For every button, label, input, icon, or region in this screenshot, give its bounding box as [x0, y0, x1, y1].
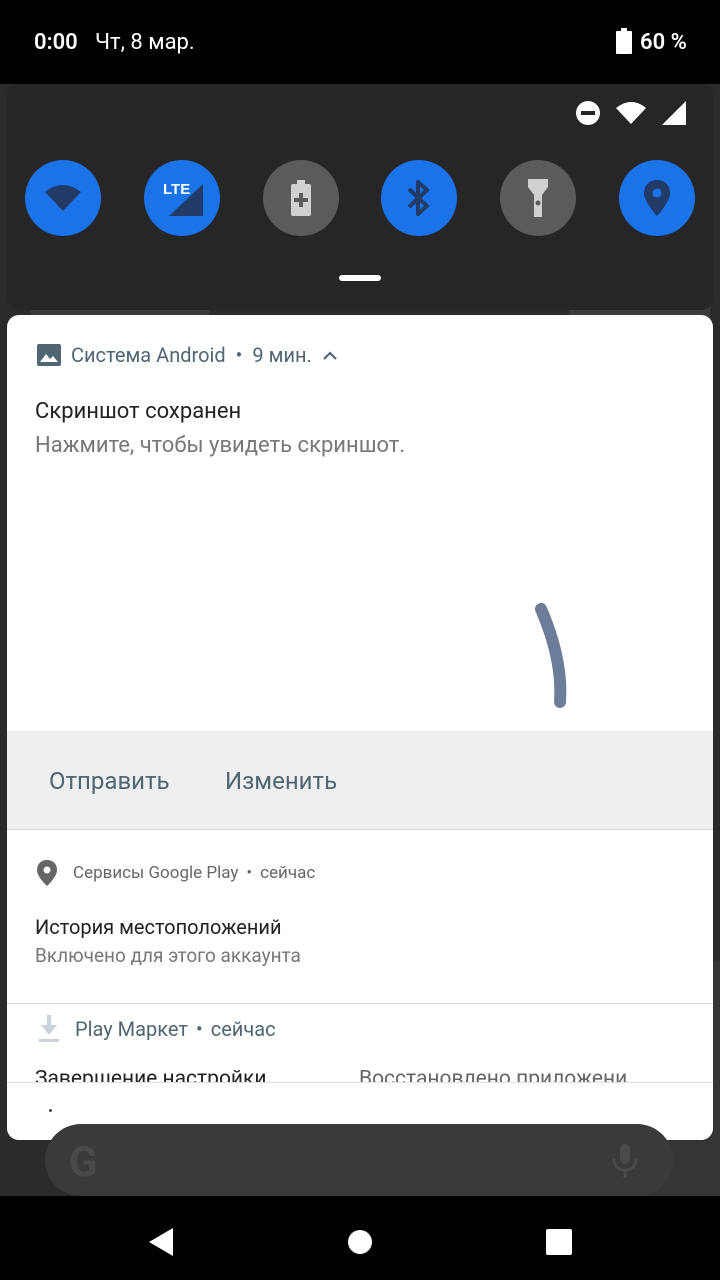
tile-flashlight[interactable]	[500, 160, 576, 236]
notification-panel: Система Android • 9 мин. Скриншот сохран…	[7, 315, 713, 1140]
location-pin-icon	[37, 860, 57, 886]
expand-handle[interactable]	[339, 275, 381, 281]
divider	[7, 1003, 713, 1004]
qs-status-icons	[575, 100, 687, 126]
preview-image	[535, 603, 567, 708]
battery-percent: 60 %	[640, 30, 687, 55]
battery-saver-icon	[291, 180, 311, 216]
back-icon[interactable]	[141, 1222, 181, 1262]
send-button[interactable]: Отправить	[49, 767, 170, 795]
notification-time: сейчас	[210, 1017, 276, 1041]
separator-dot: •	[246, 863, 253, 883]
flashlight-icon	[528, 179, 548, 217]
lte-icon: LTE	[163, 181, 203, 216]
notification-title[interactable]: История местоположений	[35, 915, 282, 939]
divider	[7, 829, 713, 830]
navigation-bar	[0, 1196, 720, 1280]
google-logo-icon: G	[69, 1138, 98, 1187]
notification-actions: Отправить Изменить	[7, 731, 713, 829]
overflow-dot	[49, 1109, 52, 1112]
notification-title[interactable]: Скриншот сохранен	[35, 399, 241, 424]
microphone-icon[interactable]	[611, 1144, 639, 1178]
chevron-up-icon[interactable]	[322, 349, 338, 361]
app-name: Система Android	[71, 343, 226, 367]
notification-time: 9 мин.	[252, 343, 312, 367]
tile-mobile-data[interactable]: LTE	[144, 160, 220, 236]
image-icon	[37, 344, 61, 366]
separator-dot: •	[195, 1017, 203, 1041]
location-icon	[644, 180, 670, 216]
notification-header-play-services[interactable]: Сервисы Google Play • сейчас	[37, 860, 315, 886]
tile-wifi[interactable]	[25, 160, 101, 236]
app-name: Play Маркет	[75, 1017, 188, 1041]
home-icon[interactable]	[340, 1222, 380, 1262]
recents-icon[interactable]	[539, 1222, 579, 1262]
app-name: Сервисы Google Play	[73, 863, 239, 883]
cell-signal-icon	[662, 101, 686, 125]
date: Чт, 8 мар.	[95, 30, 195, 55]
svg-text:LTE: LTE	[163, 181, 190, 198]
divider	[7, 1082, 713, 1083]
tile-bluetooth[interactable]	[381, 160, 457, 236]
battery-icon	[616, 28, 632, 54]
download-icon	[39, 1015, 59, 1042]
wifi-signal-icon	[616, 102, 646, 124]
do-not-disturb-icon	[576, 101, 600, 125]
screenshot-preview[interactable]	[7, 475, 713, 731]
tile-location[interactable]	[619, 160, 695, 236]
wifi-icon	[45, 185, 81, 211]
edit-button[interactable]: Изменить	[225, 767, 337, 795]
notification-time: сейчас	[260, 863, 316, 883]
clock: 0:00	[34, 30, 78, 55]
notification-header-play-market[interactable]: Play Маркет • сейчас	[37, 1015, 276, 1043]
quick-settings-panel: LTE	[7, 84, 713, 310]
google-search-bar[interactable]: G	[45, 1124, 673, 1196]
notification-header-screenshot[interactable]: Система Android • 9 мин.	[37, 343, 338, 367]
notification-text[interactable]: Нажмите, чтобы увидеть скриншот.	[35, 433, 405, 458]
separator-dot: •	[235, 343, 243, 367]
status-bar: 0:00 Чт, 8 мар. 60 %	[0, 0, 720, 84]
tile-battery-saver[interactable]	[263, 160, 339, 236]
notification-text[interactable]: Включено для этого аккаунта	[35, 944, 301, 967]
bluetooth-icon	[407, 180, 429, 216]
